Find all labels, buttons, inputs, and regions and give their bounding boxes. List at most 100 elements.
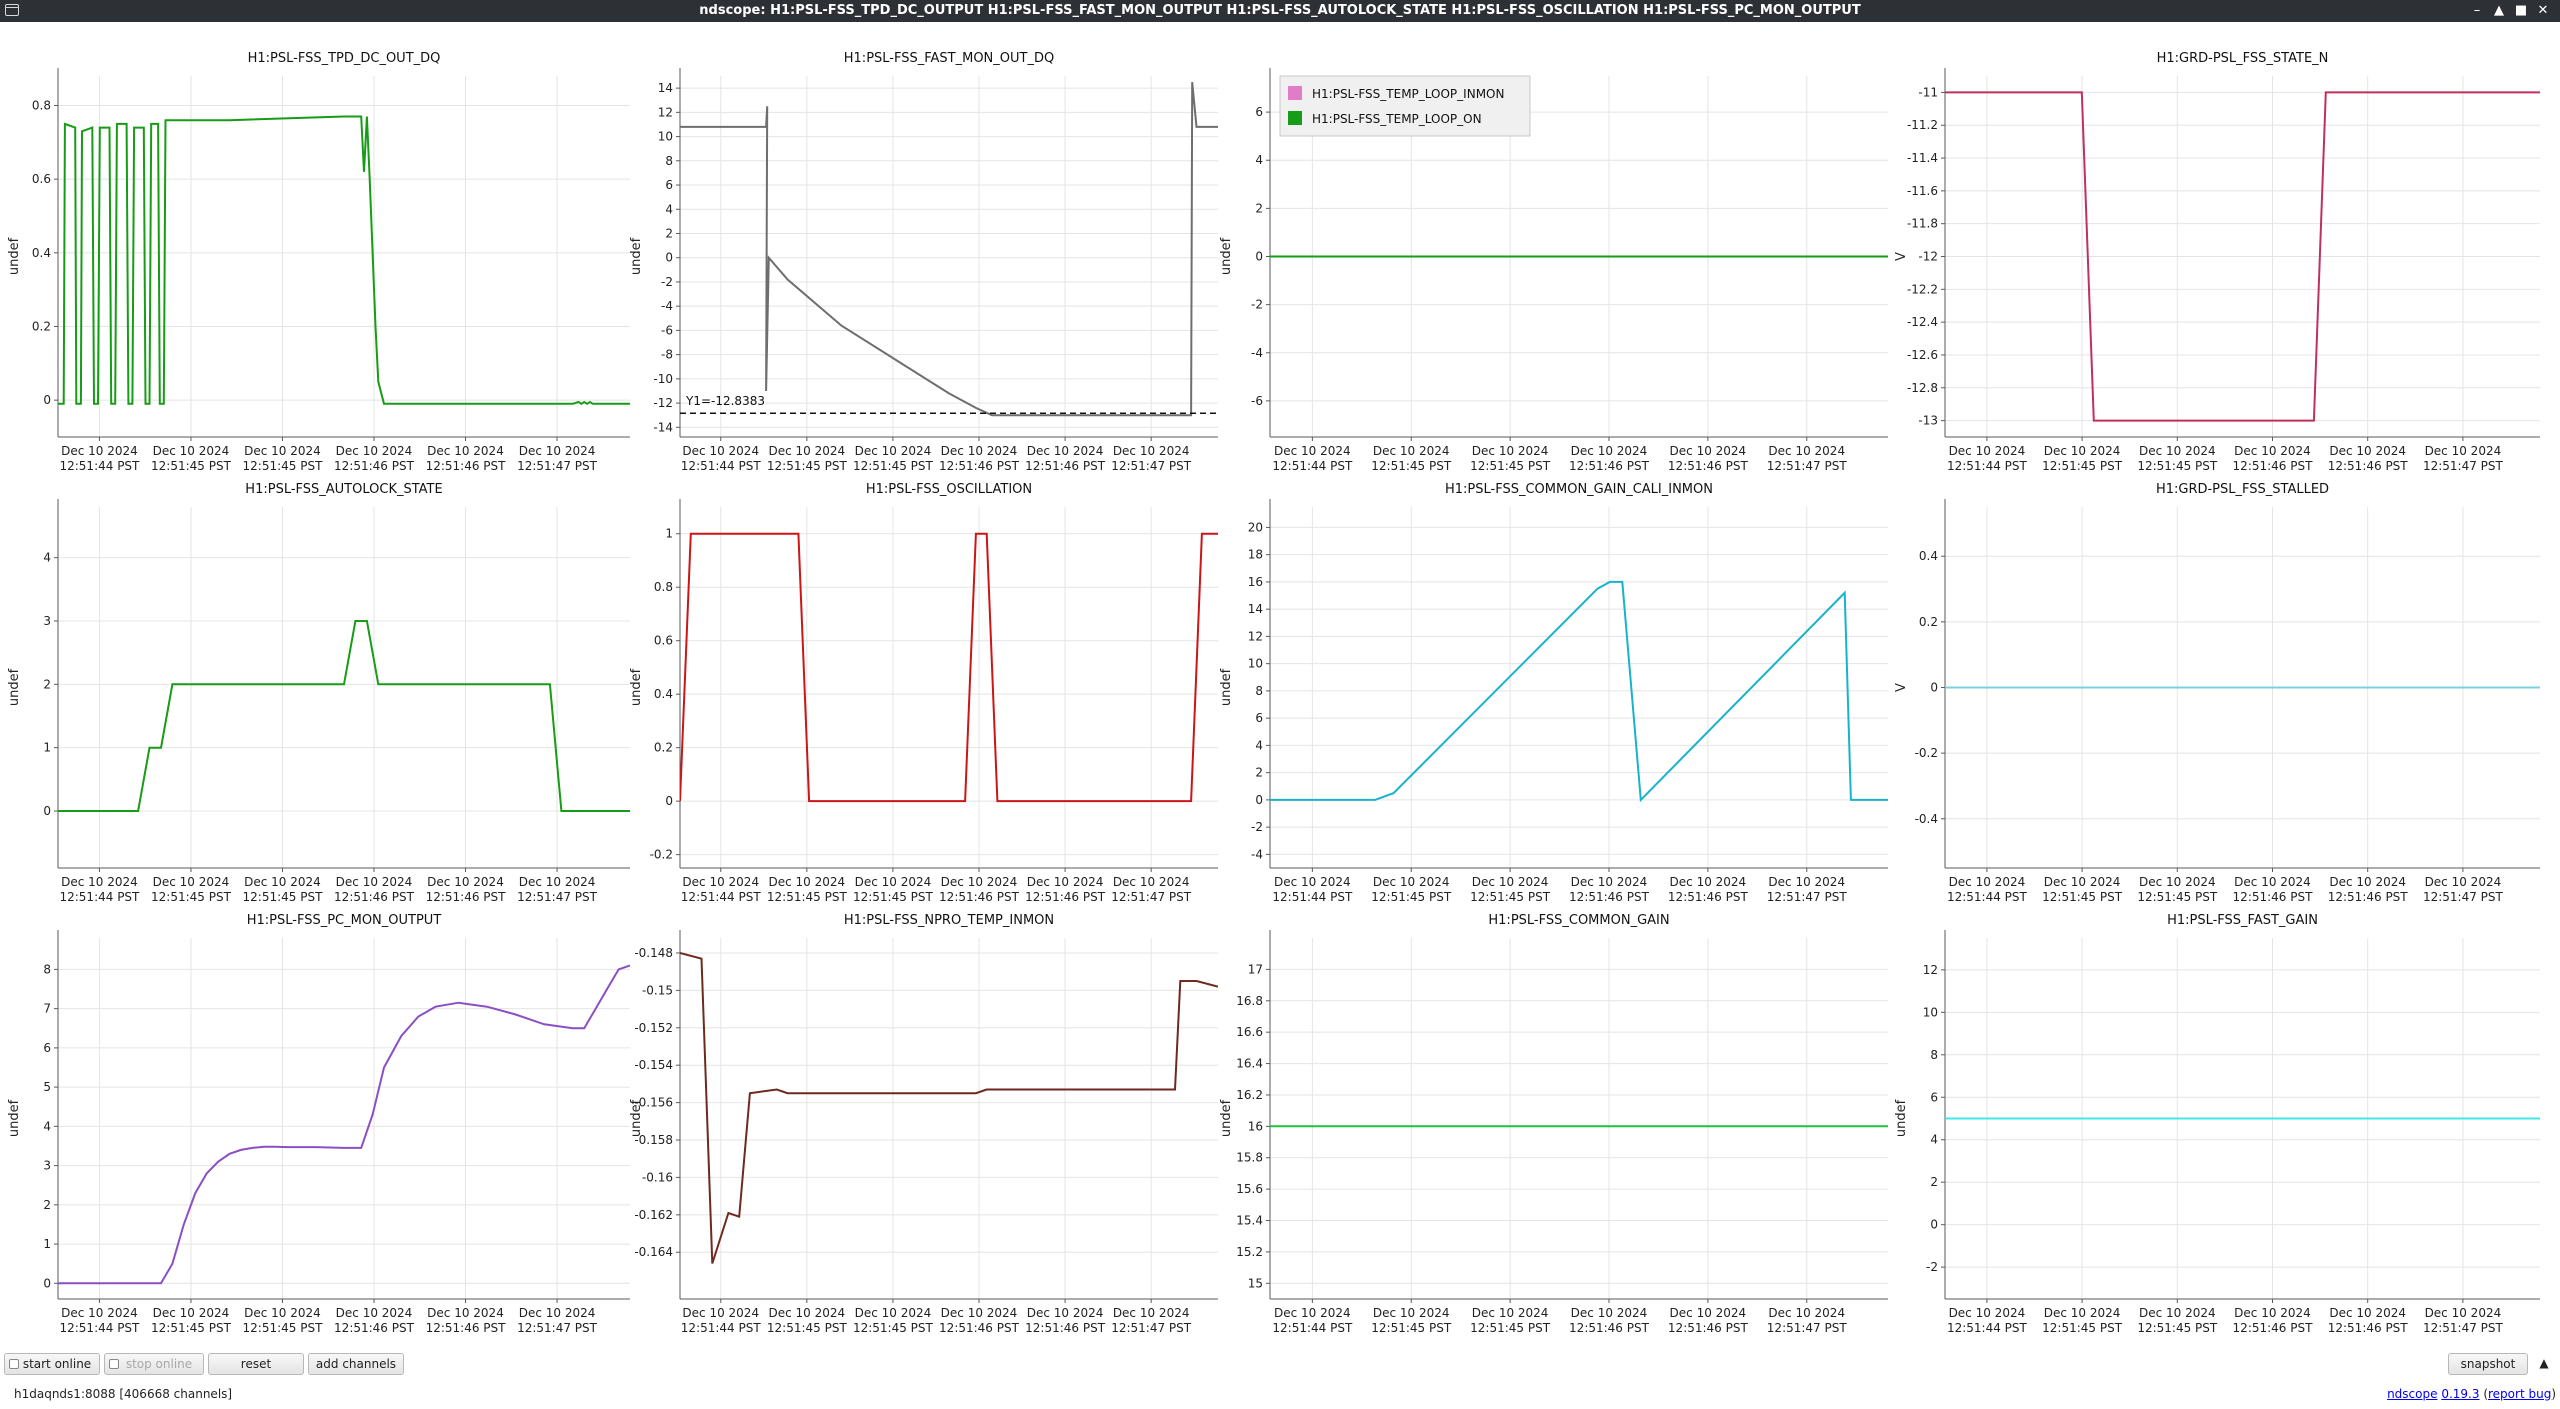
- plot-panel[interactable]: -0.4-0.200.20.4Dec 10 202412:51:44 PSTDe…: [1894, 482, 2540, 904]
- plot-panel[interactable]: -4-202468101214161820Dec 10 202412:51:44…: [1219, 482, 1888, 904]
- x-tick-time: 12:51:46 PST: [2233, 459, 2314, 473]
- plot-panel[interactable]: -0.200.20.40.60.81Dec 10 202412:51:44 PS…: [629, 482, 1218, 904]
- y-tick-label: -0.2: [1915, 746, 1938, 760]
- plot-panel[interactable]: 012345678Dec 10 202412:51:44 PSTDec 10 2…: [7, 913, 630, 1335]
- x-tick-date: Dec 10 2024: [1949, 875, 2026, 889]
- bottom-toolbar: start online stop online reset add chann…: [0, 1348, 2560, 1378]
- y-tick-label: 4: [43, 1119, 51, 1133]
- x-tick-time: 12:51:45 PST: [767, 890, 848, 904]
- plot-panel[interactable]: -6-4-20246Dec 10 202412:51:44 PSTDec 10 …: [1219, 68, 1888, 473]
- legend-swatch: [1288, 86, 1302, 100]
- plot-title: H1:GRD-PSL_FSS_STALLED: [2156, 482, 2329, 497]
- x-tick-time: 12:51:46 PST: [1668, 1321, 1749, 1335]
- x-tick-time: 12:51:47 PST: [2423, 890, 2504, 904]
- y-tick-label: 0: [1930, 681, 1938, 695]
- plot-panel[interactable]: 15 15.2 15.4 15.6 15.8 16 16.2 16.4 16.6 16.8 17 De…: [1219, 913, 1888, 1335]
- x-tick-time: 12:51:47 PST: [1767, 890, 1848, 904]
- y-tick-label: 4: [1255, 153, 1263, 167]
- x-tick-date: Dec 10 2024: [941, 444, 1018, 458]
- y-tick-label: 15.6: [1236, 1182, 1263, 1196]
- x-tick-time: 12:51:45 PST: [151, 890, 232, 904]
- y-tick-label: 12: [1923, 963, 1938, 977]
- x-tick-date: Dec 10 2024: [682, 1306, 759, 1320]
- plot-grid[interactable]: 00.20.40.60.8Dec 10 202412:51:44 PSTDec …: [0, 22, 2560, 1342]
- x-tick-date: Dec 10 2024: [682, 875, 759, 889]
- x-tick-date: Dec 10 2024: [1949, 444, 2026, 458]
- x-tick-date: Dec 10 2024: [519, 875, 596, 889]
- ndscope-link[interactable]: ndscope: [2387, 1387, 2437, 1401]
- x-tick-time: 12:51:46 PST: [1025, 890, 1106, 904]
- version-link[interactable]: 0.19.3: [2441, 1387, 2479, 1401]
- close-icon[interactable]: ✕: [2533, 1, 2553, 21]
- x-tick-time: 12:51:44 PST: [1272, 890, 1353, 904]
- series-line: [58, 115, 630, 405]
- plot-panel[interactable]: -2024681012Dec 10 202412:51:44 PSTDec 10…: [1894, 913, 2540, 1335]
- legend-label: H1:PSL-FSS_TEMP_LOOP_INMON: [1312, 87, 1504, 101]
- x-tick-time: 12:51:45 PST: [243, 1321, 324, 1335]
- add-channels-button[interactable]: add channels: [308, 1353, 404, 1375]
- y-tick-label: -4: [1251, 847, 1263, 861]
- plot-panel[interactable]: -14-12-10-8-6-4-202468101214Dec 10 20241…: [629, 51, 1218, 473]
- x-tick-date: Dec 10 2024: [61, 875, 138, 889]
- y-tick-label: 2: [1930, 1175, 1938, 1189]
- collapse-chevron-icon[interactable]: ▲: [2532, 1353, 2556, 1375]
- y-tick-label: 2: [43, 1198, 51, 1212]
- y-tick-label: -12.4: [1907, 315, 1938, 329]
- y-tick-label: 6: [1255, 105, 1263, 119]
- x-tick-time: 12:51:46 PST: [426, 890, 507, 904]
- x-tick-date: Dec 10 2024: [61, 444, 138, 458]
- start-online-icon: [9, 1359, 19, 1369]
- series-line: [58, 620, 630, 812]
- x-tick-time: 12:51:46 PST: [1569, 1321, 1650, 1335]
- y-tick-label: 14: [1248, 602, 1263, 616]
- x-tick-time: 12:51:46 PST: [334, 1321, 415, 1335]
- status-bar: h1daqnds1:8088 [406668 channels]: [14, 1387, 232, 1401]
- y-tick-label: 3: [43, 1159, 51, 1173]
- y-tick-label: 6: [665, 178, 673, 192]
- maximize-icon[interactable]: ■: [2511, 1, 2531, 21]
- plot-panel[interactable]: 01234Dec 10 202412:51:44 PSTDec 10 20241…: [7, 482, 630, 904]
- y-tick-label: -8: [661, 348, 673, 362]
- stop-online-label: stop online: [125, 1357, 193, 1371]
- y-tick-label: 16: [1248, 1119, 1263, 1133]
- plot-panel[interactable]: -13 -12.8 -12.6 -12.4 -12.2 -12 -11.8 -11.6 -11.…: [1894, 51, 2540, 473]
- plot-panel[interactable]: -0.164-0.162-0.16-0.158-0.156-0.154-0.15…: [629, 913, 1218, 1335]
- x-tick-time: 12:51:46 PST: [2328, 890, 2409, 904]
- x-tick-date: Dec 10 2024: [2425, 1306, 2502, 1320]
- plot-title: H1:PSL-FSS_FAST_GAIN: [2167, 913, 2318, 928]
- x-tick-date: Dec 10 2024: [941, 1306, 1018, 1320]
- x-tick-date: Dec 10 2024: [1373, 875, 1450, 889]
- x-tick-date: Dec 10 2024: [1768, 444, 1845, 458]
- y-axis-label: undef: [629, 668, 644, 706]
- plot-panel[interactable]: 00.20.40.60.8Dec 10 202412:51:44 PSTDec …: [7, 51, 630, 473]
- x-tick-date: Dec 10 2024: [2425, 875, 2502, 889]
- y-tick-label: 16.8: [1236, 994, 1263, 1008]
- x-tick-time: 12:51:46 PST: [939, 459, 1020, 473]
- y-tick-label: -11.2: [1907, 118, 1938, 132]
- x-tick-date: Dec 10 2024: [1113, 444, 1190, 458]
- x-tick-time: 12:51:46 PST: [1025, 459, 1106, 473]
- x-tick-time: 12:51:46 PST: [334, 890, 415, 904]
- x-tick-time: 12:51:45 PST: [1371, 890, 1452, 904]
- x-tick-time: 12:51:45 PST: [2137, 1321, 2218, 1335]
- y-tick-label: 16.6: [1236, 1025, 1263, 1039]
- y-tick-label: 8: [1930, 1048, 1938, 1062]
- reset-button[interactable]: reset: [208, 1353, 304, 1375]
- start-online-button[interactable]: start online: [4, 1353, 100, 1375]
- restore-icon[interactable]: ▲: [2489, 1, 2509, 21]
- report-bug-link[interactable]: report bug: [2488, 1387, 2551, 1401]
- x-tick-time: 12:51:47 PST: [517, 459, 598, 473]
- stop-online-button[interactable]: stop online: [104, 1353, 204, 1375]
- minimize-icon[interactable]: –: [2467, 1, 2487, 21]
- x-tick-time: 12:51:44 PST: [1947, 890, 2028, 904]
- y-tick-label: -2: [661, 275, 673, 289]
- x-tick-date: Dec 10 2024: [336, 875, 413, 889]
- x-tick-time: 12:51:46 PST: [426, 1321, 507, 1335]
- channel-count: [406668 channels]: [119, 1387, 233, 1401]
- x-tick-time: 12:51:44 PST: [1947, 1321, 2028, 1335]
- y-tick-label: 0.4: [32, 246, 51, 260]
- x-tick-date: Dec 10 2024: [1027, 444, 1104, 458]
- plot-title: H1:PSL-FSS_NPRO_TEMP_INMON: [844, 913, 1054, 928]
- snapshot-button[interactable]: snapshot: [2448, 1353, 2528, 1375]
- x-tick-date: Dec 10 2024: [1670, 444, 1747, 458]
